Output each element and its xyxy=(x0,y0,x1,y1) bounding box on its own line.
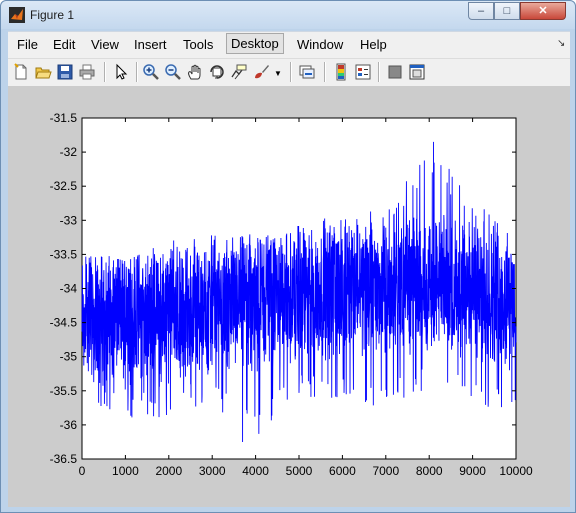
rotate-3d-icon[interactable] xyxy=(208,63,226,81)
insert-colorbar-icon[interactable] xyxy=(332,63,350,81)
print-icon[interactable] xyxy=(78,63,96,81)
brush-icon[interactable] xyxy=(252,63,270,81)
title-bar[interactable]: Figure 1 – □ ✕ xyxy=(1,1,575,29)
x-tick-label: 5000 xyxy=(286,464,313,478)
y-tick-label: -32.5 xyxy=(50,179,78,193)
menu-file[interactable]: File xyxy=(14,36,41,53)
toolbar-separator xyxy=(290,62,292,82)
brush-dropdown-icon[interactable]: ▼ xyxy=(274,69,282,78)
y-tick-label: -34 xyxy=(60,282,78,296)
x-tick-label: 6000 xyxy=(329,464,356,478)
menu-desktop[interactable]: Desktop xyxy=(226,33,284,54)
x-tick-label: 2000 xyxy=(155,464,182,478)
open-file-icon[interactable] xyxy=(34,63,52,81)
toolbar-separator xyxy=(324,62,326,82)
show-plot-tools-icon[interactable] xyxy=(408,63,426,81)
x-tick-label: 0 xyxy=(79,464,86,478)
pan-hand-icon[interactable] xyxy=(186,63,204,81)
zoom-in-icon[interactable] xyxy=(142,63,160,81)
toolbar-separator xyxy=(104,62,106,82)
hide-plot-tools-icon[interactable] xyxy=(386,63,404,81)
y-tick-label: -35 xyxy=(60,350,78,364)
menu-view[interactable]: View xyxy=(88,36,122,53)
zoom-out-icon[interactable] xyxy=(164,63,182,81)
x-tick-label: 1000 xyxy=(112,464,139,478)
menu-bar: File Edit View Insert Tools Desktop Wind… xyxy=(8,31,570,58)
maximize-button[interactable]: □ xyxy=(494,2,520,20)
window-title: Figure 1 xyxy=(30,8,75,22)
y-tick-label: -36 xyxy=(60,418,78,432)
toolbar-separator xyxy=(378,62,380,82)
save-icon[interactable] xyxy=(56,63,74,81)
y-tick-label: -36.5 xyxy=(50,452,78,466)
x-tick-label: 8000 xyxy=(416,464,443,478)
dock-arrow-icon[interactable]: ↘ xyxy=(557,38,565,49)
menu-edit[interactable]: Edit xyxy=(50,36,78,53)
figure-window: Figure 1 – □ ✕ File Edit View Insert Too… xyxy=(0,0,576,513)
x-tick-label: 4000 xyxy=(242,464,269,478)
figure-toolbar: ▼ xyxy=(8,58,570,87)
x-tick-label: 3000 xyxy=(199,464,226,478)
x-tick-label: 10000 xyxy=(499,464,533,478)
close-button[interactable]: ✕ xyxy=(520,2,566,20)
new-figure-icon[interactable] xyxy=(12,63,30,81)
minimize-button[interactable]: – xyxy=(468,2,494,20)
menu-window[interactable]: Window xyxy=(294,36,346,53)
x-tick-label: 7000 xyxy=(372,464,399,478)
x-tick-label: 9000 xyxy=(459,464,486,478)
line-plot[interactable]: 0 1000 2000 3000 4000 5000 6000 7000 8000 9000 100… xyxy=(8,86,570,507)
edit-plot-arrow-icon[interactable] xyxy=(112,63,130,81)
menu-tools[interactable]: Tools xyxy=(180,36,216,53)
y-tick-label: -35.5 xyxy=(50,384,78,398)
y-tick-label: -33 xyxy=(60,213,78,227)
toolbar-separator xyxy=(136,62,138,82)
y-tick-label: -34.5 xyxy=(50,316,78,330)
y-tick-label: -32 xyxy=(60,145,78,159)
menu-help[interactable]: Help xyxy=(357,36,390,53)
link-plot-icon[interactable] xyxy=(298,63,316,81)
y-tick-label: -33.5 xyxy=(50,247,78,261)
figure-canvas[interactable]: 0 1000 2000 3000 4000 5000 6000 7000 8000 9000 100… xyxy=(8,86,570,507)
menu-insert[interactable]: Insert xyxy=(131,36,170,53)
data-cursor-icon[interactable] xyxy=(230,63,248,81)
y-tick-label: -31.5 xyxy=(50,111,78,125)
insert-legend-icon[interactable] xyxy=(354,63,372,81)
matlab-logo-icon xyxy=(9,7,25,23)
